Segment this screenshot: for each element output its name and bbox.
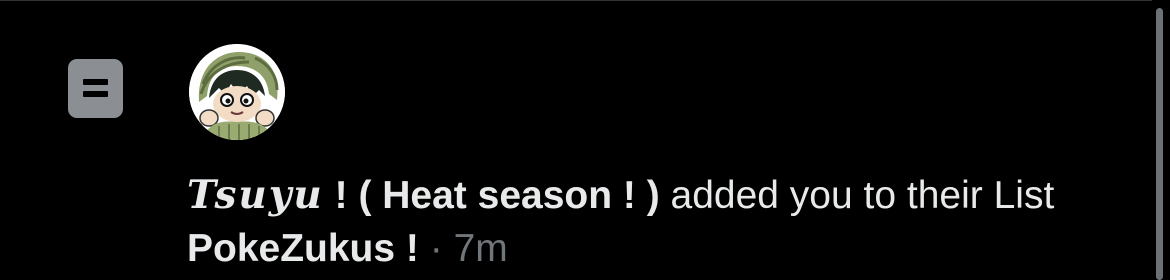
- action-text: added you to their: [659, 174, 994, 217]
- notification-text: Tsuyu ! ( Heat season ! ) added you to t…: [187, 169, 1117, 275]
- scrollbar-thumb[interactable]: [1156, 8, 1163, 280]
- list-icon-bar-bottom: [83, 91, 108, 97]
- list-icon: [68, 59, 123, 118]
- list-name-link[interactable]: PokeZukus !: [187, 227, 419, 270]
- list-word: List: [993, 174, 1055, 217]
- user-name-styled: Tsuyu: [187, 172, 324, 218]
- list-icon-bar-top: [83, 79, 108, 85]
- list-add-notification[interactable]: Tsuyu ! ( Heat season ! ) added you to t…: [0, 1, 1148, 280]
- separator-dot: ·: [418, 227, 454, 270]
- timestamp: 7m: [453, 227, 508, 270]
- avatar[interactable]: [189, 44, 285, 140]
- scrollbar[interactable]: [1152, 0, 1170, 280]
- avatar-image: [189, 44, 285, 140]
- user-name-rest: ! ( Heat season ! ): [323, 174, 660, 217]
- user-display-name[interactable]: Tsuyu ! ( Heat season ! ): [187, 172, 660, 218]
